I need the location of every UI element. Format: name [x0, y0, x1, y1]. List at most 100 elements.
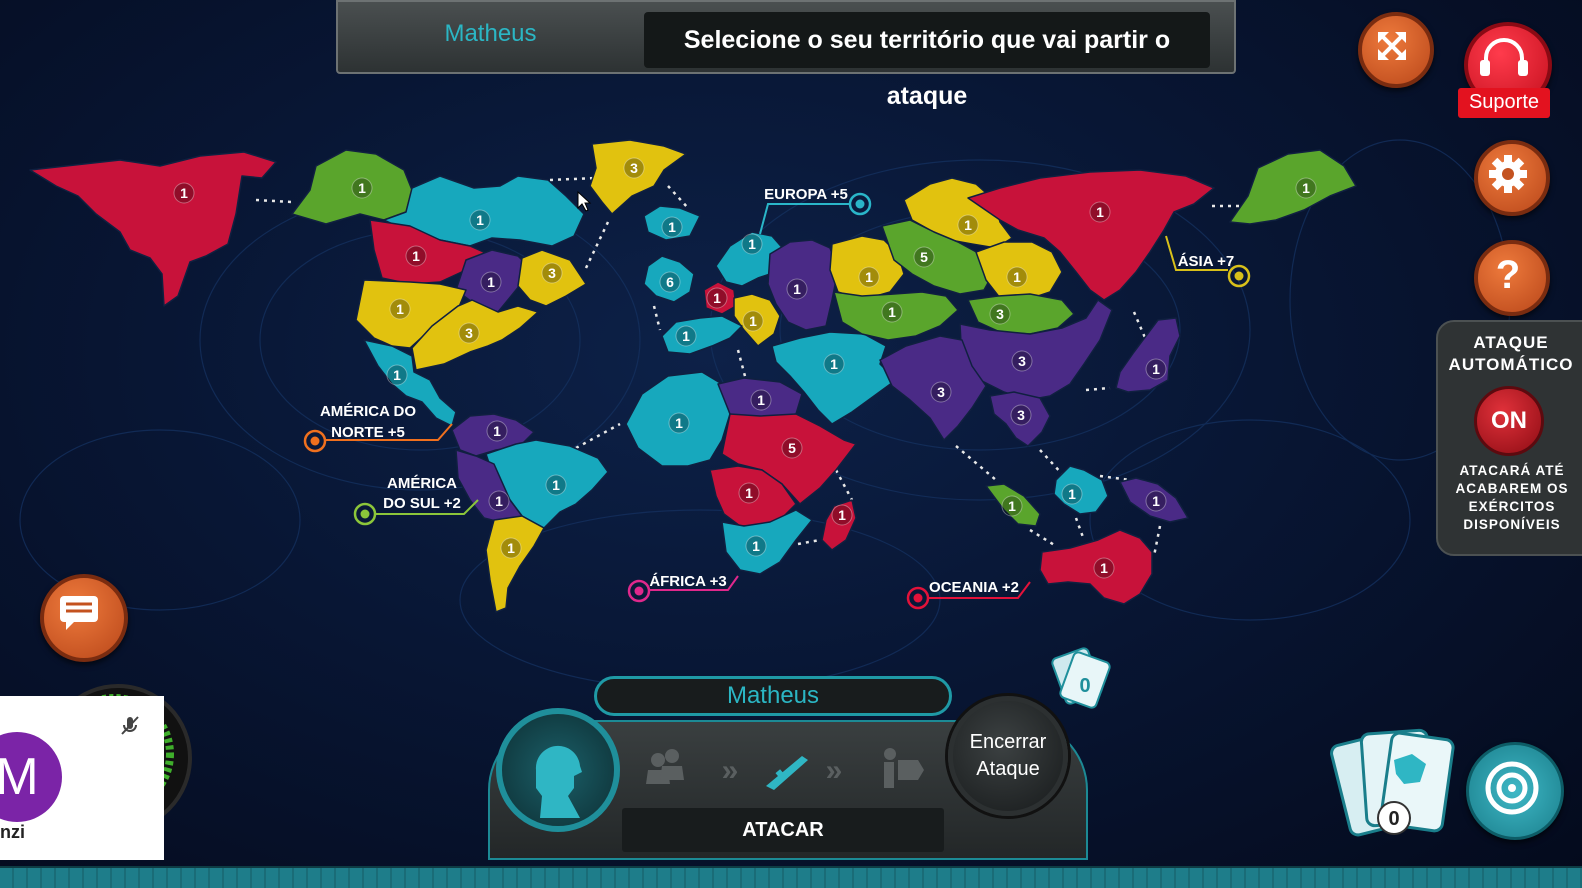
army-count-england[interactable]: 6 [659, 271, 681, 293]
army-count-label: 3 [465, 325, 473, 341]
army-count-vladivostok[interactable]: 1 [1295, 177, 1317, 199]
army-count-sumatra[interactable]: 1 [1001, 495, 1023, 517]
army-count-dudinka[interactable]: 5 [913, 246, 935, 268]
continent-asia[interactable]: ÁSIA +7 [1165, 235, 1251, 288]
army-count-middle-east[interactable]: 1 [823, 353, 845, 375]
army-count-iceland[interactable]: 1 [661, 216, 683, 238]
army-count-south-africa[interactable]: 1 [745, 535, 767, 557]
continent-europe[interactable]: EUROPA +5 [759, 186, 872, 235]
fullscreen-button[interactable] [1358, 12, 1434, 88]
army-count-kazakh[interactable]: 1 [881, 301, 903, 323]
army-count-mongolia[interactable]: 3 [989, 303, 1011, 325]
army-count-madagascar[interactable]: 1 [831, 504, 853, 526]
territory-argentina[interactable] [485, 515, 545, 613]
cards-count-deck: 0 [1388, 808, 1399, 830]
army-count-poland[interactable]: 1 [742, 310, 764, 332]
army-count-label: 5 [788, 440, 796, 456]
army-count-label: 1 [748, 236, 756, 252]
army-count-egypt[interactable]: 1 [750, 389, 772, 411]
army-count-label: 1 [358, 180, 366, 196]
army-count-portugal[interactable]: 1 [675, 325, 697, 347]
army-count-label: 5 [920, 249, 928, 265]
chat-button[interactable] [40, 574, 128, 662]
video-call-tile[interactable]: M nzi [0, 696, 164, 860]
help-button[interactable]: ? [1474, 240, 1550, 316]
auto-attack-title-line1: ATAQUE [1473, 333, 1549, 352]
army-count-algeria[interactable]: 1 [668, 412, 690, 434]
army-count-new-york[interactable]: 3 [458, 322, 480, 344]
label-north-america-line1: AMÉRICA DO [320, 403, 416, 420]
phase-arrow-2: » [826, 754, 843, 787]
support-label[interactable]: Suporte [1458, 88, 1550, 118]
army-count-new-guinea[interactable]: 1 [1145, 490, 1167, 512]
army-count-alaska[interactable]: 1 [173, 182, 195, 204]
auto-desc-line4: DISPONÍVEIS [1463, 517, 1561, 532]
army-count-brazil[interactable]: 1 [545, 474, 567, 496]
army-count-label: 3 [1017, 407, 1025, 423]
territory-alaska[interactable] [29, 151, 277, 307]
army-count-mexico[interactable]: 1 [386, 364, 408, 386]
objective-button[interactable] [1466, 742, 1564, 840]
attack-action-button[interactable]: ATACAR [622, 808, 944, 852]
settings-button[interactable] [1474, 140, 1550, 216]
label-europe: EUROPA +5 [764, 186, 848, 203]
microphone-muted-icon [116, 712, 144, 740]
army-count-greenland[interactable]: 3 [623, 157, 645, 179]
army-count-omsk[interactable]: 1 [858, 266, 880, 288]
army-count-label: 1 [1013, 269, 1021, 285]
army-count-vietnam[interactable]: 3 [1010, 404, 1032, 426]
army-count-sudan[interactable]: 5 [781, 437, 803, 459]
end-attack-line2: Ataque [976, 758, 1040, 780]
cards-count-icon[interactable]: 0 [1050, 646, 1116, 712]
participant-avatar: M [0, 732, 62, 822]
army-count-ottawa[interactable]: 1 [405, 245, 427, 267]
army-count-moscow[interactable]: 1 [786, 278, 808, 300]
player-avatar [496, 708, 620, 832]
territory-portugal[interactable] [661, 315, 743, 355]
army-count-label: 1 [838, 507, 846, 523]
auto-attack-toggle[interactable]: ON [1474, 386, 1544, 456]
target-icon [1485, 761, 1539, 815]
army-count-california[interactable]: 1 [389, 298, 411, 320]
end-attack-button[interactable]: Encerrar Ataque [948, 696, 1068, 816]
army-count-quebec[interactable]: 3 [541, 262, 563, 284]
troops-phase-icon [646, 749, 684, 784]
army-count-germany[interactable]: 1 [706, 287, 728, 309]
army-count-sweden[interactable]: 1 [741, 233, 763, 255]
territory-japan[interactable] [1115, 317, 1181, 393]
auto-attack-title: ATAQUE AUTOMÁTICO [1438, 332, 1582, 376]
army-count-tchita[interactable]: 1 [1006, 266, 1028, 288]
army-count-congo[interactable]: 1 [738, 482, 760, 504]
army-count-borneo[interactable]: 1 [1061, 483, 1083, 505]
army-count-peru[interactable]: 1 [488, 490, 510, 512]
army-count-argentina[interactable]: 1 [500, 537, 522, 559]
army-count-label: 1 [1152, 493, 1160, 509]
army-count-china[interactable]: 3 [1011, 350, 1033, 372]
territory-vladivostok[interactable] [1229, 149, 1357, 225]
end-attack-line1: Encerrar [969, 731, 1047, 753]
label-oceania: OCEANIA +2 [929, 579, 1019, 596]
army-count-labrador[interactable]: 1 [480, 271, 502, 293]
turn-control-panel: Matheus » » ATACAR Encerrar Ataque [488, 676, 1088, 860]
army-count-label: 1 [830, 356, 838, 372]
auto-desc-line3: EXÉRCITOS [1468, 499, 1556, 514]
army-count-mackenzie[interactable]: 1 [351, 177, 373, 199]
army-count-japan[interactable]: 1 [1145, 358, 1167, 380]
cards-count-top: 0 [1079, 675, 1090, 697]
territory-cards-deck[interactable]: 0 [1330, 724, 1460, 842]
army-count-label: 1 [180, 185, 188, 201]
panel-player-name: Matheus [726, 682, 820, 709]
continent-oceania[interactable]: OCEANIA +2 [906, 579, 1031, 610]
army-count-australia[interactable]: 1 [1093, 557, 1115, 579]
army-count-colombia[interactable]: 1 [486, 420, 508, 442]
army-count-label: 1 [1100, 560, 1108, 576]
turn-phases: » » [646, 748, 924, 790]
continent-africa[interactable]: ÁFRICA +3 [627, 573, 739, 603]
army-count-label: 1 [412, 248, 420, 264]
army-count-aral[interactable]: 1 [957, 214, 979, 236]
game-screen: Matheus Selecione o seu território que v… [0, 0, 1582, 888]
army-count-india[interactable]: 3 [930, 381, 952, 403]
army-count-siberia[interactable]: 1 [1089, 201, 1111, 223]
svg-text:?: ? [1496, 253, 1520, 297]
army-count-vancouver[interactable]: 1 [469, 209, 491, 231]
